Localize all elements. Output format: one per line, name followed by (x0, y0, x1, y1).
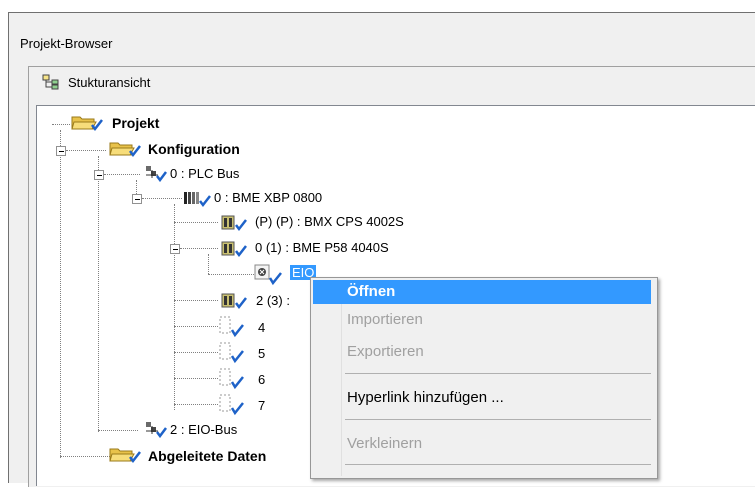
tree-node-slot-4[interactable]: 4 (258, 320, 265, 335)
tree-node-configuration[interactable]: Konfiguration (148, 141, 240, 157)
tree-node-rack[interactable]: 0 : BME XBP 0800 (214, 190, 322, 205)
tree-line (208, 254, 209, 274)
tree-structure-icon[interactable] (42, 74, 60, 90)
bus-icon (146, 166, 167, 182)
empty-slot-icon (219, 394, 244, 416)
module-icon (221, 215, 247, 232)
tree-node-cpu[interactable]: 0 (1) : BME P58 4040S (255, 240, 389, 255)
menu-item-export[interactable]: Exportieren (313, 340, 651, 364)
tree-line (174, 326, 218, 327)
tree-line (98, 156, 99, 432)
network-icon (254, 264, 282, 286)
tree-line (52, 124, 70, 125)
tree-line (208, 274, 254, 275)
empty-slot-icon (219, 368, 244, 390)
empty-slot-icon (219, 316, 244, 338)
tree-node-slot-5[interactable]: 5 (258, 346, 265, 361)
tree-node-eio-bus[interactable]: 2 : EIO-Bus (170, 422, 237, 437)
menu-separator (345, 464, 651, 465)
tree-line (174, 204, 175, 410)
tree-line (174, 378, 218, 379)
tree-node-slot-6[interactable]: 6 (258, 372, 265, 387)
collapse-plc-bus-icon[interactable] (94, 170, 104, 180)
tree-line (104, 174, 140, 175)
tree-node-derived-data[interactable]: Abgeleitete Daten (148, 448, 266, 464)
menu-item-add-hyperlink[interactable]: Hyperlink hinzufügen ... (313, 386, 651, 410)
tree-line (174, 222, 218, 223)
tree-node-project[interactable]: Projekt (112, 115, 159, 131)
tree-node-power-supply[interactable]: (P) (P) : BMX CPS 4002S (255, 214, 404, 229)
window-title: Projekt-Browser (20, 36, 113, 51)
empty-slot-icon (219, 342, 244, 364)
tree-line (174, 404, 218, 405)
collapse-configuration-icon[interactable] (56, 146, 66, 156)
tree-node-plc-bus[interactable]: 0 : PLC Bus (170, 166, 239, 181)
menu-item-minimize[interactable]: Verkleinern (313, 432, 651, 456)
menu-item-import[interactable]: Importieren (313, 308, 651, 332)
module-icon (221, 241, 247, 258)
tree-line (60, 456, 110, 457)
module-icon (221, 293, 247, 310)
tree-node-slot-7[interactable]: 7 (258, 398, 265, 413)
menu-separator (345, 419, 651, 420)
collapse-cpu-icon[interactable] (170, 244, 180, 254)
menu-item-open[interactable]: Öffnen (313, 280, 651, 304)
folder-icon (109, 448, 141, 464)
tree-line (98, 430, 138, 431)
tree-line (142, 198, 182, 199)
tree-line (60, 130, 61, 458)
bus-icon (146, 422, 167, 438)
context-menu: Öffnen Importieren Exportieren Hyperlink… (310, 277, 658, 479)
tree-line (66, 150, 106, 151)
folder-icon (109, 142, 141, 158)
folder-icon (71, 116, 103, 132)
tree-line (174, 352, 218, 353)
structure-view-label[interactable]: Stukturansicht (68, 75, 150, 90)
tree-line (180, 248, 218, 249)
rack-icon (184, 192, 211, 208)
collapse-rack-icon[interactable] (132, 194, 142, 204)
tree-node-slot-2[interactable]: 2 (3) : (256, 293, 290, 308)
menu-separator (345, 373, 651, 374)
tree-line (174, 300, 218, 301)
